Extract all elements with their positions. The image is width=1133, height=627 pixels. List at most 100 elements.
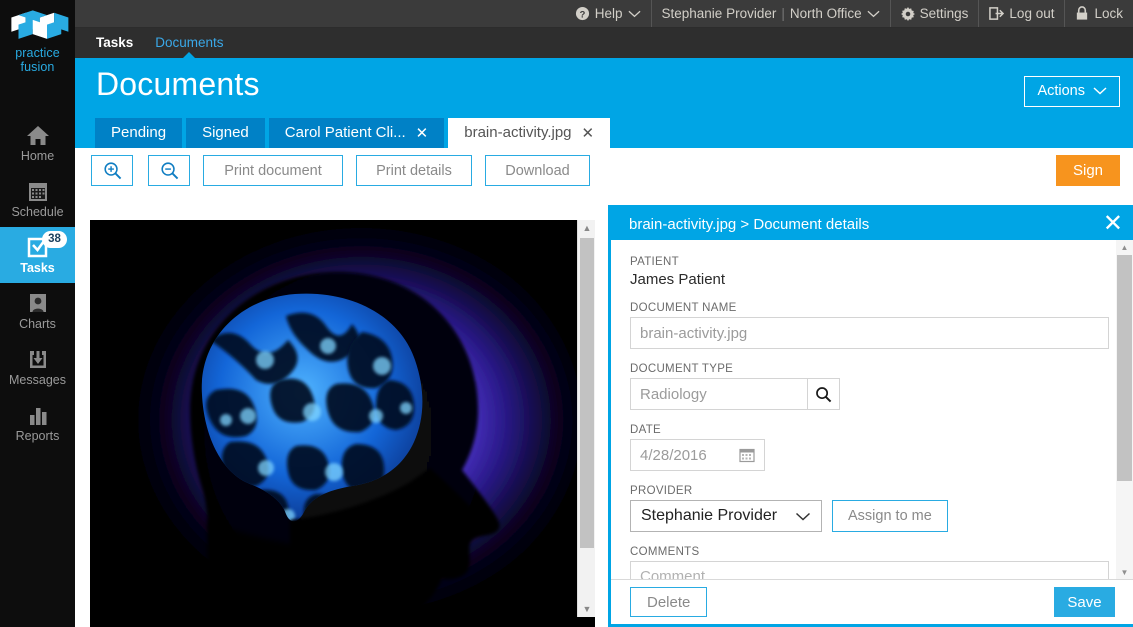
logout-icon: [989, 6, 1004, 21]
zoom-out-button[interactable]: [148, 155, 190, 186]
save-button[interactable]: Save: [1054, 587, 1115, 617]
scroll-down-icon[interactable]: ▼: [578, 601, 596, 617]
document-type-combo: Radiology: [630, 378, 1113, 410]
tab-label: brain-activity.jpg: [464, 118, 571, 148]
save-label: Save: [1067, 594, 1101, 611]
brain-activity-image: [90, 220, 595, 627]
zoom-in-button[interactable]: [91, 155, 133, 186]
document-details-panel: brain-activity.jpg > Document details ✕ …: [608, 205, 1133, 627]
sidebar-item-home[interactable]: Home: [0, 115, 75, 171]
calendar-icon: [25, 178, 51, 204]
close-icon[interactable]: ✕: [582, 126, 595, 141]
details-vertical-scrollbar[interactable]: ▲ ▼: [1116, 240, 1133, 579]
sidebar-item-schedule[interactable]: Schedule: [0, 171, 75, 227]
breadcrumb: brain-activity.jpg > Document details: [629, 216, 869, 233]
nav-tab-label: Documents: [155, 35, 223, 50]
help-label: Help: [595, 6, 623, 21]
comments-textarea[interactable]: Comment: [630, 561, 1109, 579]
sidebar-item-messages[interactable]: Messages: [0, 339, 75, 395]
tab-label: Carol Patient Cli...: [285, 118, 406, 148]
page-title: Documents: [96, 66, 260, 103]
close-icon[interactable]: ✕: [416, 126, 429, 141]
chevron-down-icon: [795, 512, 811, 521]
document-toolbar: Print document Print details Download Si…: [75, 148, 1133, 193]
scroll-up-icon[interactable]: ▲: [1116, 240, 1133, 254]
tab-pending[interactable]: Pending: [95, 118, 182, 148]
zoom-in-icon: [103, 161, 122, 180]
tasks-badge: 38: [42, 231, 67, 248]
brand-name-line2: fusion: [0, 61, 75, 74]
settings-label: Settings: [920, 6, 969, 21]
download-button[interactable]: Download: [485, 155, 590, 186]
actions-button[interactable]: Actions: [1024, 76, 1120, 107]
help-menu[interactable]: ? Help: [565, 0, 651, 27]
sidebar-item-charts[interactable]: Charts: [0, 283, 75, 339]
help-icon: ?: [575, 6, 590, 21]
provider-label: PROVIDER: [630, 485, 1113, 497]
nav-tab-documents[interactable]: Documents: [144, 28, 234, 58]
chevron-down-icon: [628, 10, 641, 18]
calendar-icon[interactable]: [739, 447, 755, 463]
provider-row: Stephanie Provider Assign to me: [630, 500, 1113, 532]
comments-placeholder: Comment: [640, 568, 705, 579]
print-document-button[interactable]: Print document: [203, 155, 343, 186]
comments-label: COMMENTS: [630, 546, 1113, 558]
document-image-viewer[interactable]: [90, 220, 595, 627]
patient-value: James Patient: [630, 271, 1113, 288]
user-office-menu[interactable]: Stephanie Provider | North Office: [651, 0, 890, 27]
date-input[interactable]: 4/28/2016: [630, 439, 765, 471]
user-name: Stephanie Provider: [662, 6, 777, 21]
gear-icon: [901, 7, 915, 21]
assign-to-me-button[interactable]: Assign to me: [832, 500, 948, 532]
module-nav-tabs: Tasks Documents: [75, 28, 1133, 58]
sign-button[interactable]: Sign: [1056, 155, 1120, 186]
scrollbar-thumb[interactable]: [580, 238, 594, 548]
person-icon: [25, 290, 51, 316]
lock-button[interactable]: Lock: [1064, 0, 1133, 27]
sidebar-item-label: Charts: [0, 318, 75, 331]
delete-button[interactable]: Delete: [630, 587, 707, 617]
svg-text:?: ?: [579, 9, 585, 19]
scroll-down-icon[interactable]: ▼: [1116, 565, 1133, 579]
tab-label: Signed: [202, 118, 249, 148]
document-type-value: Radiology: [640, 386, 707, 403]
details-header: brain-activity.jpg > Document details ✕: [611, 208, 1133, 240]
details-form: PATIENT James Patient DOCUMENT NAME brai…: [611, 240, 1133, 579]
settings-button[interactable]: Settings: [890, 0, 979, 27]
document-type-search-button[interactable]: [808, 378, 840, 410]
scrollbar-thumb[interactable]: [1117, 255, 1132, 481]
sign-label: Sign: [1073, 162, 1103, 179]
inbox-download-icon: [25, 346, 51, 372]
sidebar-item-label: Reports: [0, 430, 75, 443]
sidebar-item-label: Home: [0, 150, 75, 163]
print-details-button[interactable]: Print details: [356, 155, 472, 186]
sidebar-item-reports[interactable]: Reports: [0, 395, 75, 451]
brand-logo[interactable]: practice fusion: [0, 0, 75, 75]
scroll-up-icon[interactable]: ▲: [578, 220, 596, 236]
patient-label: PATIENT: [630, 256, 1113, 268]
date-label: DATE: [630, 424, 1113, 436]
practice-fusion-logo-icon: [0, 8, 75, 46]
user-office-separator: |: [781, 6, 785, 21]
date-value: 4/28/2016: [640, 447, 707, 464]
tab-signed[interactable]: Signed: [186, 118, 265, 148]
sidebar-item-label: Messages: [0, 374, 75, 387]
page-header: Documents Actions: [75, 58, 1133, 118]
actions-label: Actions: [1037, 83, 1085, 99]
sidebar-item-tasks[interactable]: 38 Tasks: [0, 227, 75, 283]
print-document-label: Print document: [224, 163, 322, 179]
provider-value: Stephanie Provider: [641, 507, 777, 525]
document-name-input[interactable]: brain-activity.jpg: [630, 317, 1109, 349]
provider-select[interactable]: Stephanie Provider: [630, 500, 822, 532]
document-type-label: DOCUMENT TYPE: [630, 363, 1113, 375]
nav-tab-tasks[interactable]: Tasks: [85, 28, 144, 58]
close-icon[interactable]: ✕: [1103, 210, 1123, 238]
tab-brain-activity[interactable]: brain-activity.jpg ✕: [448, 118, 610, 148]
chevron-down-icon: [1093, 87, 1107, 95]
sidebar-item-label: Schedule: [0, 206, 75, 219]
viewer-vertical-scrollbar[interactable]: ▲ ▼: [577, 220, 595, 617]
left-sidebar: practice fusion Home: [0, 0, 75, 627]
logout-button[interactable]: Log out: [978, 0, 1064, 27]
tab-carol-patient[interactable]: Carol Patient Cli... ✕: [269, 118, 444, 148]
document-type-input[interactable]: Radiology: [630, 378, 808, 410]
